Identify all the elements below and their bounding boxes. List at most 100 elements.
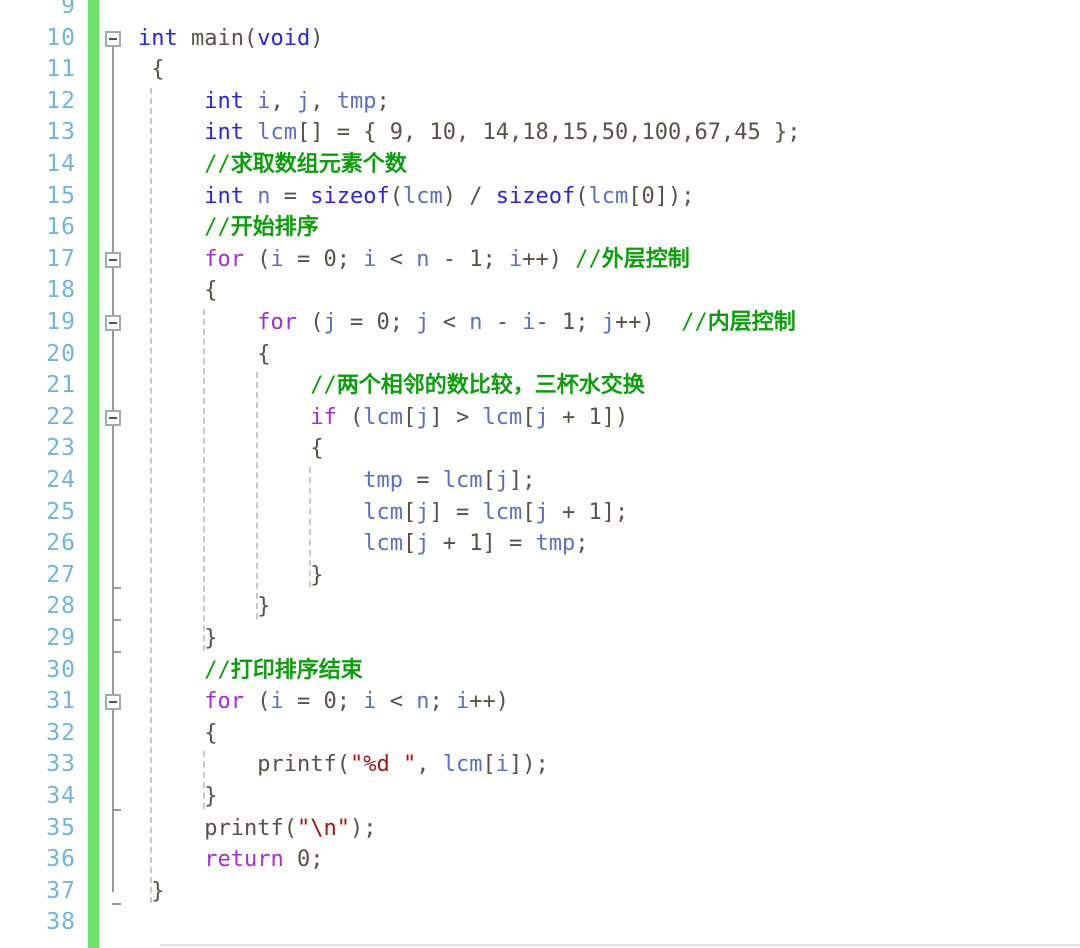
- code-token: 50: [601, 120, 629, 146]
- code-token: j: [535, 404, 549, 430]
- code-token: ] =: [429, 499, 483, 525]
- code-token: ++): [469, 689, 509, 715]
- code-token: );: [349, 815, 377, 841]
- code-token: ] >: [429, 404, 483, 430]
- code-token: lcm: [442, 468, 483, 493]
- line-number: 13: [46, 119, 76, 146]
- code-line-content: }: [257, 591, 270, 623]
- code-token: j: [535, 499, 549, 525]
- code-token: ,: [310, 88, 337, 114]
- code-token: ]);: [654, 183, 695, 209]
- code-token: [: [403, 531, 417, 557]
- code-token: j: [601, 310, 615, 335]
- code-token: (: [243, 25, 258, 51]
- code-line-content: {: [257, 339, 270, 371]
- line-number: 22: [46, 403, 76, 430]
- code-token: int: [138, 25, 178, 51]
- code-line[interactable]: }: [99, 591, 1080, 623]
- code-token: ;: [575, 310, 602, 335]
- code-token: 9: [389, 120, 403, 146]
- code-token: ,: [681, 120, 695, 146]
- code-line[interactable]: int n = sizeof(lcm) / sizeof(lcm[0]);: [99, 181, 1080, 213]
- indent-guide: [203, 309, 206, 651]
- code-token: int: [204, 120, 244, 146]
- code-line[interactable]: //开始排序: [99, 212, 1080, 244]
- line-number: 29: [46, 625, 76, 651]
- code-line[interactable]: }: [99, 876, 1080, 908]
- code-token: 14: [482, 120, 509, 146]
- code-line[interactable]: tmp = lcm[j];: [99, 465, 1080, 497]
- code-line[interactable]: printf("%d ", lcm[i]);: [99, 749, 1080, 781]
- code-line[interactable]: int i, j, tmp;: [99, 86, 1080, 118]
- code-line[interactable]: for (i = 0; i < n; i++): [99, 686, 1080, 718]
- code-line[interactable]: {: [99, 433, 1080, 465]
- code-line[interactable]: {: [99, 275, 1080, 307]
- line-number: 28: [46, 593, 76, 620]
- code-line-content: }: [204, 781, 217, 813]
- code-token: 打印排序结束: [230, 657, 363, 683]
- code-token: //: [310, 373, 337, 399]
- code-line[interactable]: }: [99, 560, 1080, 592]
- code-line[interactable]: printf("\n");: [99, 813, 1080, 845]
- line-number: 9: [61, 0, 76, 19]
- code-line[interactable]: }: [99, 623, 1080, 655]
- line-number: 32: [46, 719, 76, 746]
- code-line[interactable]: for (i = 0; i < n - 1; i++) //外层控制: [99, 244, 1080, 276]
- code-token: [: [403, 404, 417, 430]
- code-line[interactable]: if (lcm[j] > lcm[j + 1]): [99, 402, 1080, 434]
- code-line-content: //两个相邻的数比较，三杯水交换: [310, 370, 645, 402]
- code-token: lcm: [257, 120, 297, 146]
- code-token: lcm: [363, 531, 403, 557]
- code-token: 0: [376, 310, 390, 335]
- code-line[interactable]: {: [99, 718, 1080, 750]
- code-token: 两个相邻的数比较，三杯水交换: [336, 373, 645, 399]
- code-token: ;: [376, 88, 390, 114]
- code-token: {: [310, 436, 324, 462]
- line-number: 36: [46, 846, 76, 873]
- code-line[interactable]: {: [99, 54, 1080, 86]
- code-token: (: [283, 815, 297, 841]
- code-line[interactable]: {: [99, 339, 1080, 371]
- code-line-content: {: [204, 718, 217, 750]
- code-token: -: [535, 310, 562, 335]
- code-line[interactable]: [99, 907, 1080, 939]
- code-token: ++): [522, 246, 576, 272]
- code-token: =: [283, 689, 324, 715]
- line-number: 17: [46, 245, 76, 272]
- code-line[interactable]: [99, 0, 1080, 23]
- code-token: -: [482, 310, 523, 335]
- code-line[interactable]: //打印排序结束: [99, 655, 1080, 687]
- code-text-area[interactable]: int main(void){int i, j, tmp; int lcm[] =…: [99, 0, 1080, 948]
- code-line[interactable]: lcm[j + 1] = tmp;: [99, 528, 1080, 560]
- code-line[interactable]: for (j = 0; j < n - i- 1; j++) //内层控制: [99, 307, 1080, 339]
- code-token: if: [310, 404, 337, 430]
- code-token: 内层控制: [707, 310, 796, 335]
- code-token: (: [336, 752, 350, 778]
- code-line[interactable]: return 0;: [99, 844, 1080, 876]
- code-editor[interactable]: 9 10 11 12 13 14 15 16 17 18 19 20 21 22 23 24 25 26 27 28 2…: [0, 0, 1080, 948]
- code-line-content: {: [151, 54, 164, 86]
- code-line[interactable]: int lcm[] = { 9, 10, 14,18,15,50,100,67,…: [99, 117, 1080, 149]
- code-token: }: [204, 626, 218, 651]
- indent-guide: [256, 372, 259, 619]
- line-number: 25: [46, 498, 76, 525]
- code-line-content: if (lcm[j] > lcm[j + 1]): [310, 402, 628, 434]
- line-number-gutter: 9 10 11 12 13 14 15 16 17 18 19 20 21 22 23 24 25 26 27 28 2…: [0, 0, 88, 948]
- code-line[interactable]: int main(void): [99, 23, 1080, 55]
- code-line[interactable]: lcm[j] = lcm[j + 1];: [99, 497, 1080, 529]
- code-token: {: [204, 720, 218, 746]
- code-token: <: [376, 689, 417, 715]
- code-line[interactable]: //求取数组元素个数: [99, 149, 1080, 181]
- code-token: i: [363, 689, 377, 715]
- line-number: 19: [46, 309, 76, 335]
- code-token: 67: [694, 120, 721, 146]
- code-line[interactable]: //两个相邻的数比较，三杯水交换: [99, 370, 1080, 402]
- code-line[interactable]: }: [99, 781, 1080, 813]
- code-token: int: [204, 183, 244, 209]
- code-token: }: [151, 878, 165, 904]
- code-line-content: }: [204, 623, 217, 655]
- code-token: 10: [429, 120, 456, 146]
